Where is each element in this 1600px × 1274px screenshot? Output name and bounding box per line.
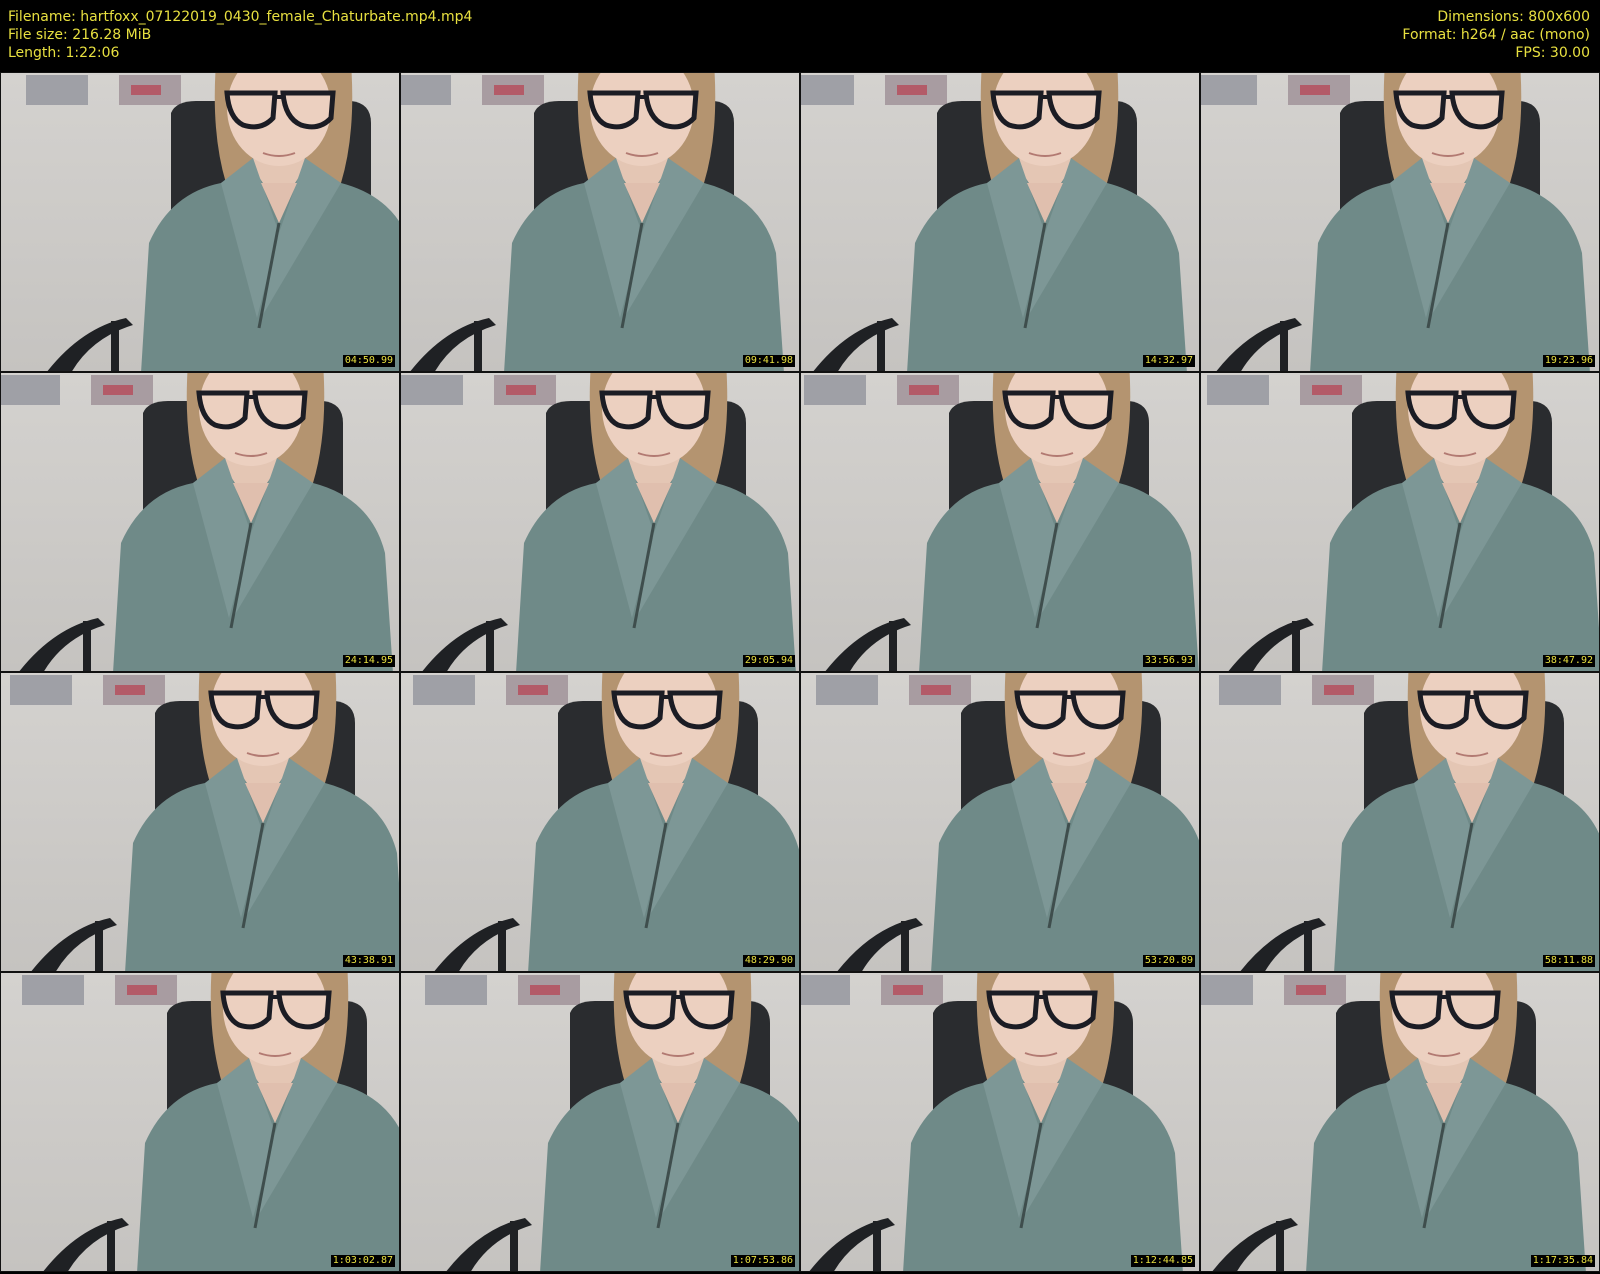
video-frame-thumbnail: 04:50.99 (0, 72, 400, 372)
video-frame-thumbnail: 43:38.91 (0, 672, 400, 972)
filesize-label: File size: 216.28 MiB (8, 27, 152, 43)
frame-image (1201, 73, 1590, 371)
dimensions-label: Dimensions: 800x600 (1437, 9, 1590, 25)
fps-label: FPS: 30.00 (1515, 45, 1590, 61)
frame-timestamp: 33:56.93 (1142, 655, 1195, 667)
frame-image (401, 73, 784, 371)
video-frame-thumbnail: 1:12:44.85 (800, 972, 1200, 1272)
video-frame-thumbnail: 38:47.92 (1200, 372, 1600, 672)
frame-image (1207, 373, 1599, 671)
video-frame-thumbnail: 1:07:53.86 (400, 972, 800, 1272)
frame-image (1201, 973, 1586, 1271)
format-label: Format: h264 / aac (mono) (1402, 27, 1590, 43)
video-frame-thumbnail: 53:20.89 (800, 672, 1200, 972)
frame-image (10, 673, 399, 971)
video-frame-thumbnail: 58:11.88 (1200, 672, 1600, 972)
length-label: Length: 1:22:06 (8, 45, 120, 61)
frame-timestamp: 29:05.94 (742, 655, 795, 667)
frame-timestamp: 48:29.90 (742, 955, 795, 967)
frame-image (1219, 673, 1599, 971)
frame-image (22, 973, 399, 1271)
frame-timestamp: 43:38.91 (342, 955, 395, 967)
frame-timestamp: 58:11.88 (1542, 955, 1595, 967)
video-frame-thumbnail: 29:05.94 (400, 372, 800, 672)
frame-image (401, 373, 796, 671)
frame-image (413, 673, 799, 971)
frame-image (804, 373, 1199, 671)
frame-image (1, 373, 393, 671)
filename-label: Filename: hartfoxx_07122019_0430_female_… (8, 9, 473, 25)
frame-timestamp: 24:14.95 (342, 655, 395, 667)
video-frame-thumbnail: 09:41.98 (400, 72, 800, 372)
video-frame-thumbnail: 19:23.96 (1200, 72, 1600, 372)
frame-timestamp: 1:03:02.87 (330, 1255, 395, 1267)
frame-timestamp: 53:20.89 (1142, 955, 1195, 967)
video-frame-thumbnail: 33:56.93 (800, 372, 1200, 672)
video-frame-thumbnail: 48:29.90 (400, 672, 800, 972)
file-info: Filename: hartfoxx_07122019_0430_female_… (8, 8, 472, 62)
video-frame-thumbnail: 1:03:02.87 (0, 972, 400, 1272)
frame-image (816, 673, 1199, 971)
frame-timestamp: 1:07:53.86 (730, 1255, 795, 1267)
video-frame-thumbnail: 1:17:35.84 (1200, 972, 1600, 1272)
frame-timestamp: 14:32.97 (1142, 355, 1195, 367)
video-frame-thumbnail: 24:14.95 (0, 372, 400, 672)
frame-timestamp: 04:50.99 (342, 355, 395, 367)
frame-image (26, 73, 399, 371)
stream-info: Dimensions: 800x600 Format: h264 / aac (… (1402, 8, 1590, 62)
info-header: Filename: hartfoxx_07122019_0430_female_… (0, 0, 1600, 72)
frame-timestamp: 1:12:44.85 (1130, 1255, 1195, 1267)
frame-image (425, 973, 799, 1271)
frame-image (801, 73, 1187, 371)
video-frame-thumbnail: 14:32.97 (800, 72, 1200, 372)
frame-timestamp: 09:41.98 (742, 355, 795, 367)
frame-image (801, 973, 1183, 1271)
frame-timestamp: 1:17:35.84 (1530, 1255, 1595, 1267)
frame-timestamp: 19:23.96 (1542, 355, 1595, 367)
thumbnail-grid: 04:50.99 09:41.98 14:32.97 19:23.96 24:1… (0, 72, 1600, 1272)
frame-timestamp: 38:47.92 (1542, 655, 1595, 667)
